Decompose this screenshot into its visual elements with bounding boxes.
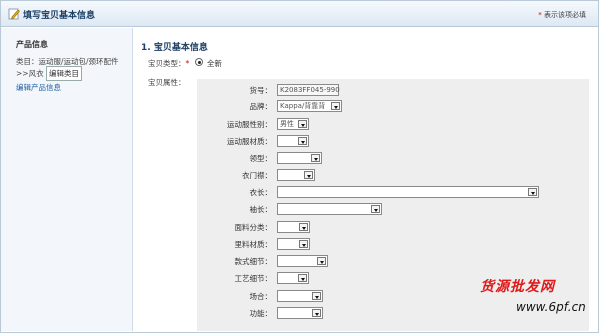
placket-select[interactable] (277, 169, 315, 181)
sleeve-select[interactable] (277, 203, 382, 215)
attr-label-fabric: 面料分类： (234, 223, 273, 232)
attr-label-collar: 领型： (249, 154, 273, 163)
gender-value: 男性 (280, 120, 294, 128)
length-select[interactable] (277, 186, 539, 198)
edit-category-button[interactable]: 编辑类目 (46, 66, 82, 81)
brand-value: Kappa/背靠背 (280, 102, 326, 110)
item-type-new-radio[interactable] (195, 58, 203, 66)
attr-label-item-no: 货号： (249, 86, 273, 95)
required-star-icon: * (185, 59, 190, 68)
chevron-down-icon (317, 257, 326, 265)
chevron-down-icon (312, 292, 321, 300)
chevron-down-icon (331, 102, 340, 110)
chevron-down-icon (312, 309, 321, 317)
chevron-down-icon (311, 154, 320, 162)
watermark-url: www.6pf.cn (516, 300, 586, 314)
attr-label-placket: 衣门襟： (242, 171, 272, 180)
chevron-down-icon (299, 240, 308, 248)
attr-label-style: 款式细节： (234, 257, 273, 266)
attr-label-gender: 运动服性别： (227, 120, 272, 129)
page-title: 填写宝贝基本信息 (23, 11, 96, 21)
required-note: * 表示该项必填 (538, 10, 586, 20)
style-detail-select[interactable] (277, 255, 328, 267)
category-path-line2: >>风衣 (16, 69, 44, 78)
material-select[interactable] (277, 135, 309, 147)
chevron-down-icon (298, 120, 307, 128)
occasion-select[interactable] (277, 290, 323, 302)
attr-label-lining: 里料材质： (234, 240, 273, 249)
attr-label-occasion: 场合： (249, 292, 273, 301)
attr-label-sleeve: 袖长： (249, 205, 273, 214)
required-star-icon: * (538, 11, 542, 19)
item-type-label: 宝贝类型：* (148, 58, 189, 69)
sidebar-title: 产品信息 (16, 40, 48, 49)
item-type-new-label: 全新 (207, 59, 222, 68)
item-no-value: K2083FF045-990 (280, 86, 340, 94)
product-info-sidebar: 产品信息 类目：运动服/运动包/颈环配件 >>风衣 编辑类目 编辑产品信息 (1, 28, 133, 331)
lining-select[interactable] (277, 238, 310, 250)
attr-label-function: 功能： (249, 309, 273, 318)
chevron-down-icon (528, 188, 537, 196)
item-no-input[interactable]: K2083FF045-990 (277, 84, 340, 96)
section-title: 1. 宝贝基本信息 (141, 43, 208, 53)
chevron-down-icon (304, 171, 313, 179)
attr-label-craft: 工艺细节： (234, 274, 273, 283)
edit-pencil-icon (8, 8, 20, 20)
watermark-text: 货源批发网 (480, 279, 555, 295)
fabric-select[interactable] (277, 221, 310, 233)
attr-label-length: 衣长： (249, 188, 273, 197)
gender-select[interactable]: 男性 (277, 118, 309, 130)
chevron-down-icon (298, 137, 307, 145)
brand-select[interactable]: Kappa/背靠背 (277, 100, 342, 112)
item-attributes-label: 宝贝属性： (148, 78, 186, 87)
attr-label-brand: 品牌： (249, 102, 273, 111)
header-bar: 填写宝贝基本信息 * 表示该项必填 (1, 1, 598, 27)
function-select[interactable] (277, 307, 323, 319)
item-type-label-text: 宝贝类型： (148, 59, 186, 68)
collar-select[interactable] (277, 152, 322, 164)
edit-product-link[interactable]: 编辑产品信息 (16, 82, 61, 93)
attr-label-material: 运动服材质： (227, 137, 272, 146)
craft-detail-select[interactable] (277, 272, 309, 284)
chevron-down-icon (298, 274, 307, 282)
chevron-down-icon (371, 205, 380, 213)
required-note-text: 表示该项必填 (544, 11, 586, 19)
chevron-down-icon (299, 223, 308, 231)
